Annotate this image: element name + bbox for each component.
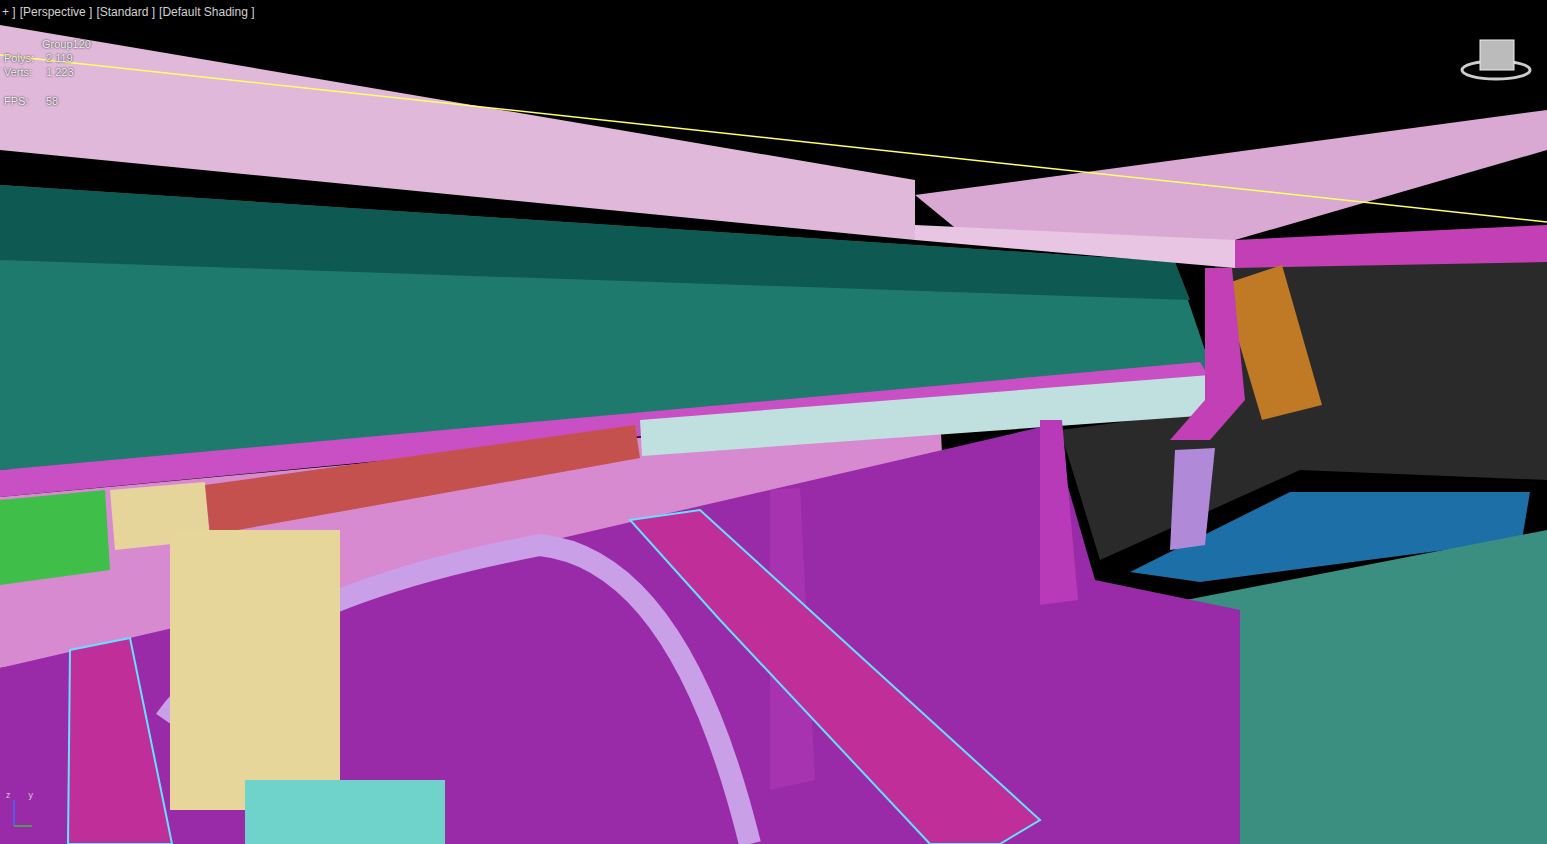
- vertical-fin: [1040, 420, 1078, 605]
- scene-canvas[interactable]: [0, 0, 1547, 844]
- stat-label: Polys:: [4, 52, 40, 64]
- stat-label: [4, 38, 36, 50]
- motor: [245, 780, 445, 844]
- axis-label: y: [29, 790, 34, 800]
- viewport-label[interactable]: + ]: [2, 5, 16, 19]
- green-block: [0, 490, 110, 585]
- beam-underside: [915, 225, 1235, 268]
- viewport[interactable]: + ] [Perspective ][Standard ] [Default Sha…: [0, 0, 1547, 844]
- cyan-bar: [640, 375, 1212, 456]
- viewcube-icon[interactable]: [1462, 40, 1530, 79]
- axis-labels: zy: [6, 790, 33, 800]
- background: [0, 0, 1547, 844]
- lever-arm: [630, 510, 1040, 844]
- magenta-strip: [1235, 225, 1547, 268]
- stat-row: Group120: [4, 38, 91, 50]
- red-bar: [205, 425, 640, 535]
- viewport-label[interactable]: [Default Shading ]: [159, 5, 254, 19]
- stat-value: Group120: [42, 38, 91, 50]
- stat-row: Verts: 1 223: [4, 66, 91, 78]
- beam-left: [0, 25, 915, 240]
- stat-label: Verts:: [4, 66, 40, 78]
- stat-value: 1 223: [46, 66, 74, 78]
- left-fin: [68, 638, 172, 844]
- viewport-label[interactable]: [Standard ]: [96, 5, 155, 19]
- axis-label: z: [6, 790, 11, 800]
- stat-row: Polys: 2 119: [4, 52, 91, 64]
- stat-row: FPS: 58: [4, 95, 91, 107]
- gearbox: [170, 530, 340, 810]
- beam-right: [915, 110, 1547, 240]
- axis-gizmo-icon: [14, 800, 32, 826]
- stat-value: 2 119: [46, 52, 73, 64]
- pipe-support: [1170, 448, 1215, 550]
- viewport-label[interactable]: [Perspective ]: [20, 5, 93, 19]
- selection-line: [0, 55, 1547, 222]
- stats-panel: Group120Polys: 2 119 Verts: 1 223 FPS: 58: [4, 38, 91, 107]
- stat-label: FPS:: [4, 95, 40, 107]
- bent-pipe: [1170, 268, 1245, 440]
- viewport-label-bar: + ] [Perspective ][Standard ] [Default Sha…: [2, 5, 255, 19]
- stat-value: 58: [46, 95, 58, 107]
